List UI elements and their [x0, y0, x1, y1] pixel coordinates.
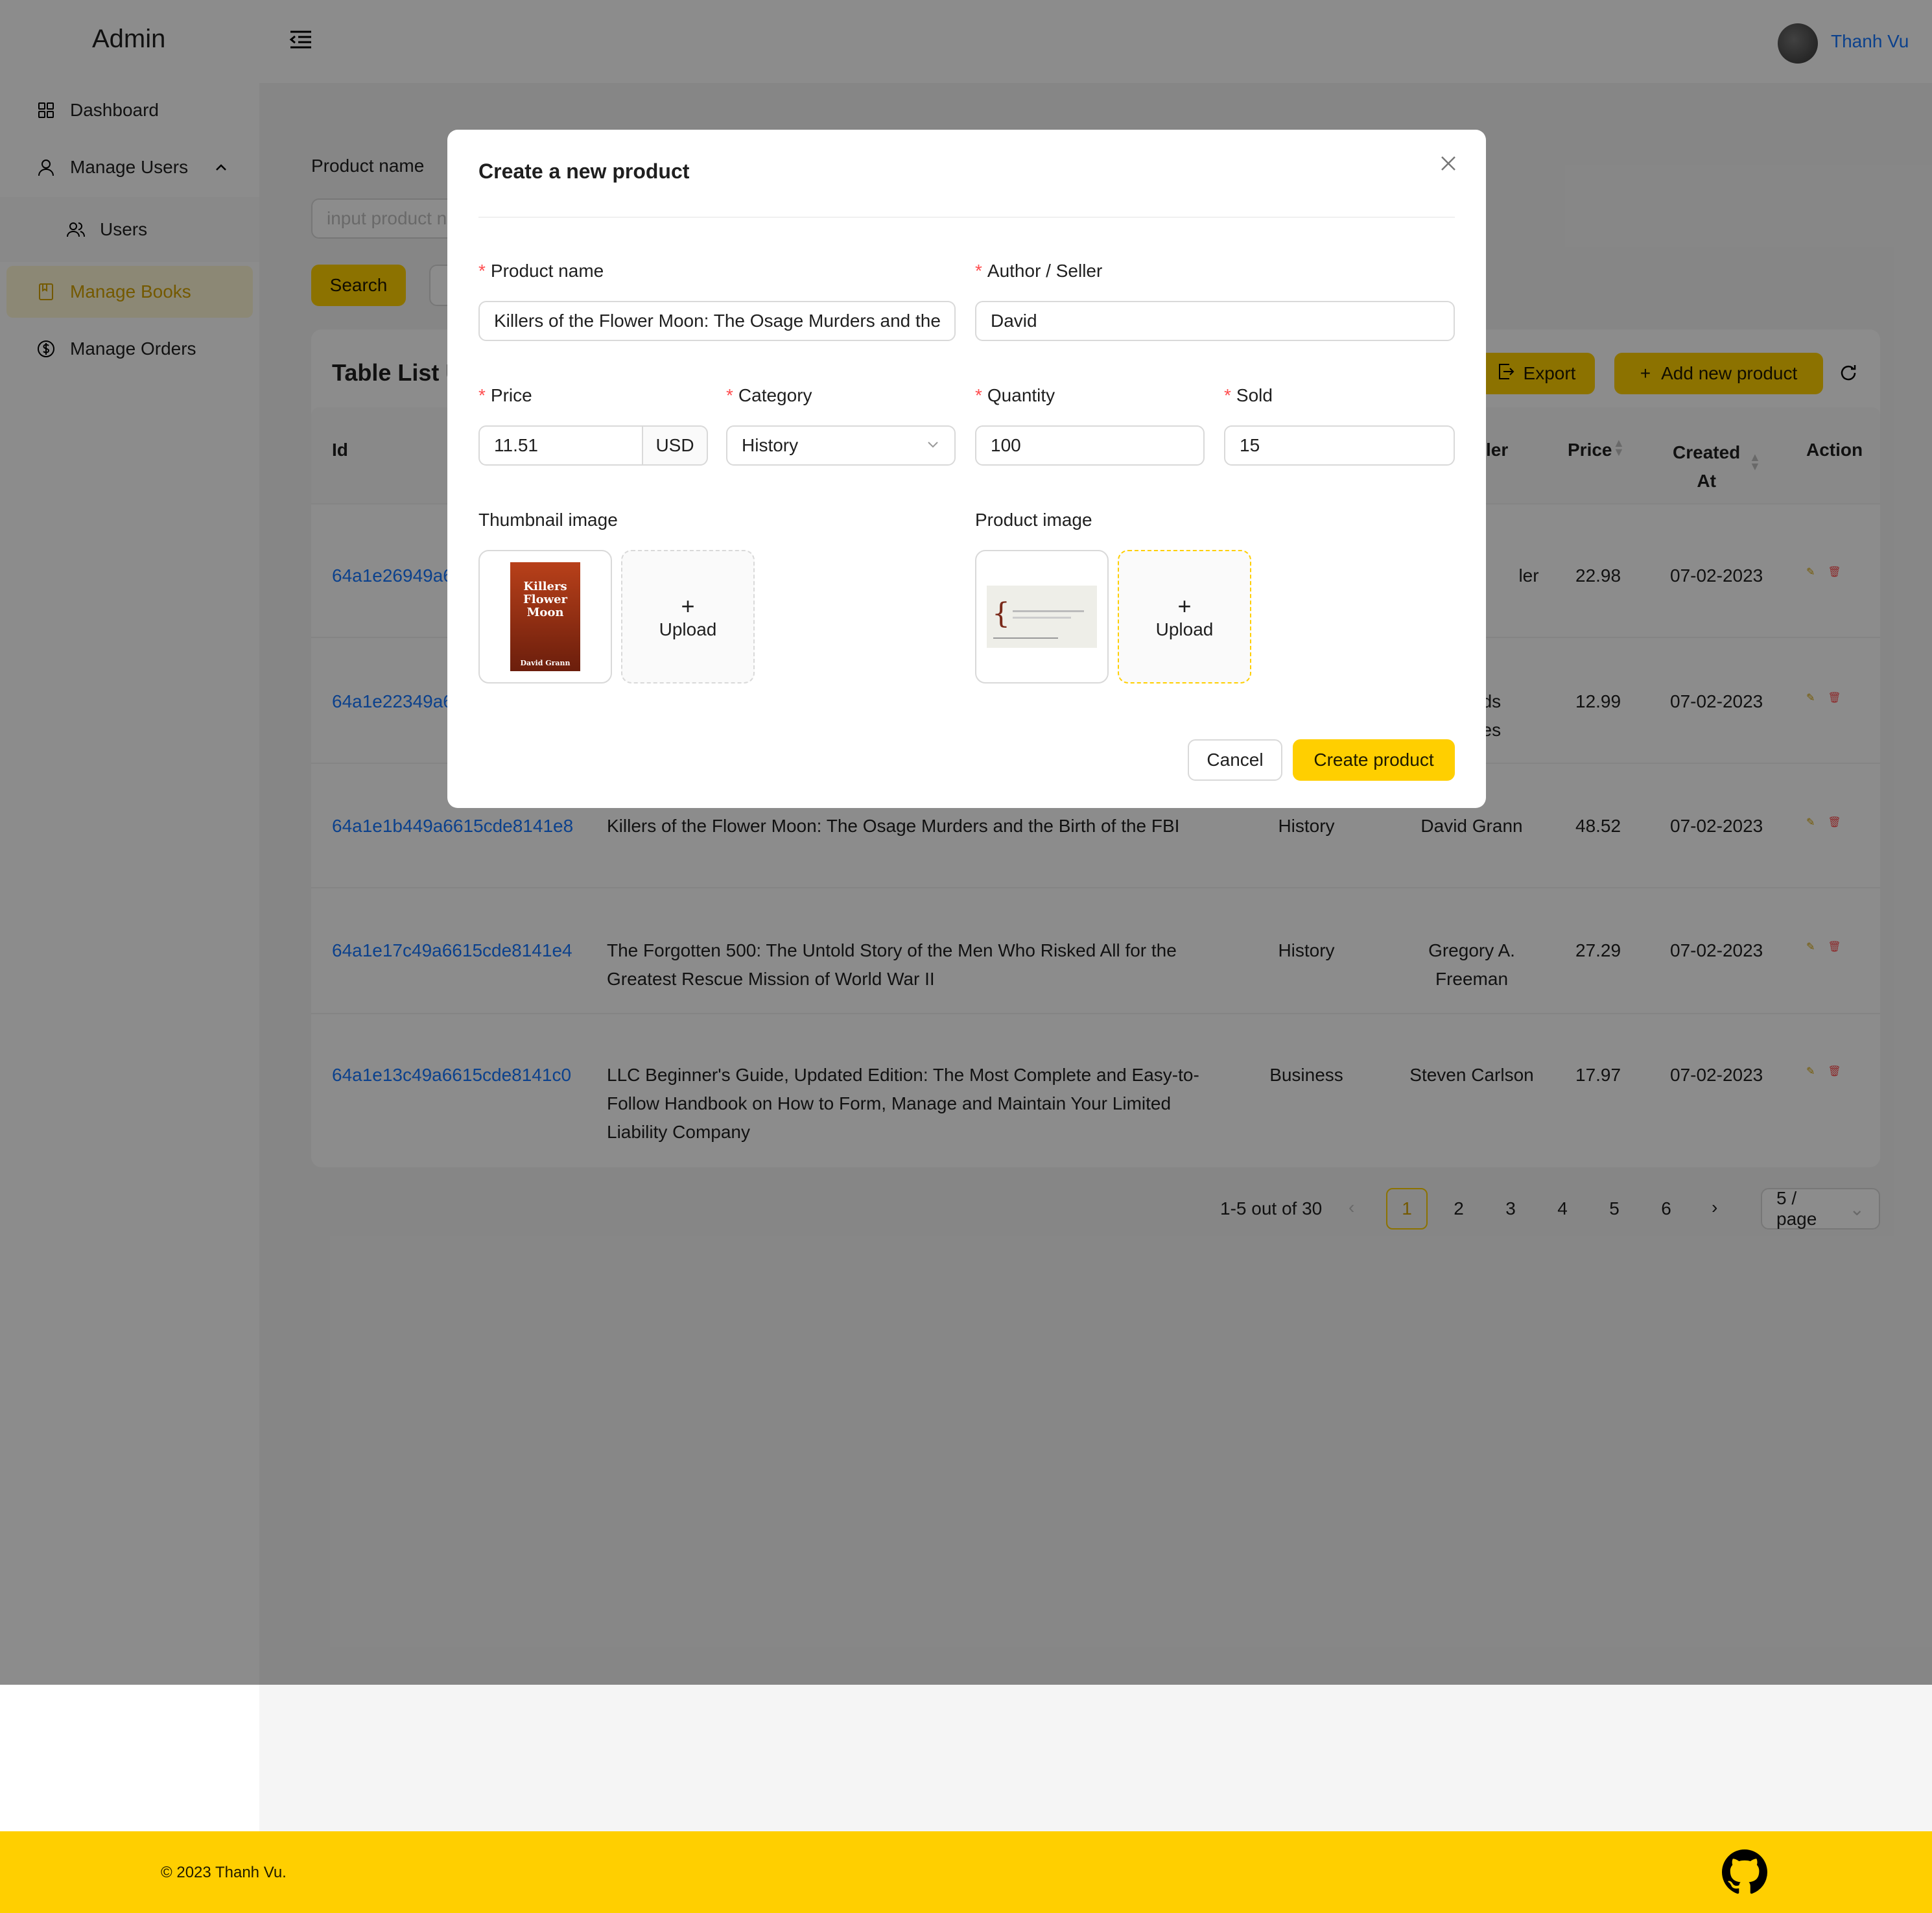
product-image-preview[interactable]: {	[975, 550, 1109, 683]
quantity-input[interactable]: 100	[975, 425, 1205, 466]
price-currency-addon: USD	[642, 425, 708, 466]
thumbnail-preview[interactable]: Killers Flower Moon David Grann	[478, 550, 612, 683]
footer: © 2023 Thanh Vu.	[0, 1831, 1932, 1913]
quantity-label: * Quantity	[975, 385, 1055, 405]
cancel-button[interactable]: Cancel	[1188, 739, 1282, 781]
create-product-modal: Create a new product * Product name Kille…	[447, 130, 1486, 808]
close-icon[interactable]	[1439, 154, 1457, 176]
book-cover-thumbnail: Killers Flower Moon David Grann	[510, 562, 580, 671]
product-image-thumbnail: {	[987, 586, 1097, 648]
price-label: * Price	[478, 385, 532, 405]
author-input[interactable]: David	[975, 301, 1455, 341]
category-label: * Category	[726, 385, 812, 405]
product-name-label: * Product name	[478, 261, 604, 281]
github-icon[interactable]	[1722, 1849, 1767, 1895]
modal-title: Create a new product	[478, 160, 690, 183]
thumbnail-upload[interactable]: + Upload	[621, 550, 755, 683]
modal-divider	[478, 217, 1455, 218]
copyright: © 2023 Thanh Vu.	[161, 1864, 287, 1881]
product-name-input[interactable]: Killers of the Flower Moon: The Osage Mu…	[478, 301, 956, 341]
plus-icon: +	[1177, 593, 1192, 619]
price-input[interactable]: 11.51	[478, 425, 643, 466]
product-image-upload[interactable]: + Upload	[1118, 550, 1251, 683]
author-label: * Author / Seller	[975, 261, 1103, 281]
product-image-label: Product image	[975, 510, 1092, 530]
category-select[interactable]: History	[726, 425, 956, 466]
plus-icon: +	[681, 593, 695, 619]
sold-label: * Sold	[1224, 385, 1273, 405]
sidebar-bottom	[0, 1685, 259, 1831]
chevron-down-icon	[926, 435, 940, 456]
sold-input[interactable]: 15	[1224, 425, 1455, 466]
thumbnail-label: Thumbnail image	[478, 510, 618, 530]
create-product-button[interactable]: Create product	[1293, 739, 1455, 781]
content-bottom	[259, 1685, 1932, 1831]
